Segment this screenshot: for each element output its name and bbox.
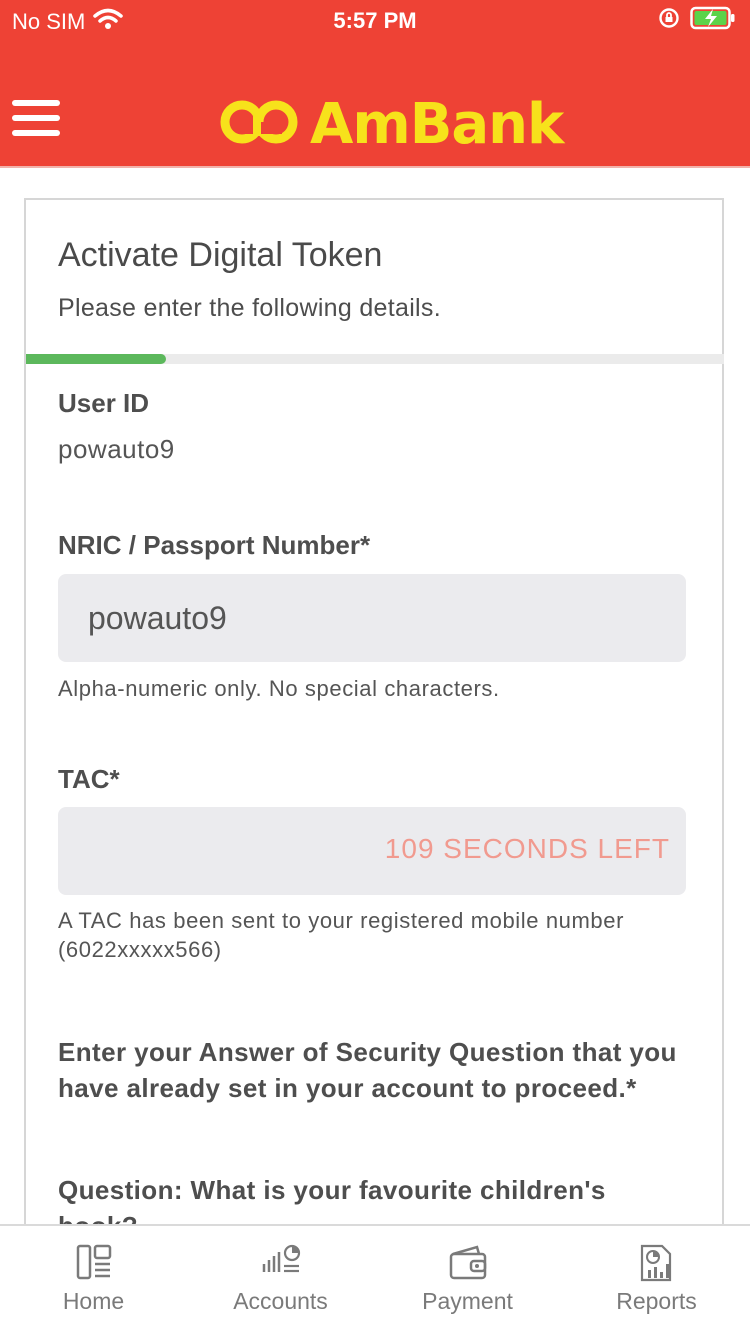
- bottom-navigation: Home Accounts Payment Reports: [0, 1224, 750, 1334]
- tac-hint: A TAC has been sent to your registered m…: [58, 908, 625, 962]
- nav-payment-label: Payment: [422, 1288, 513, 1314]
- wallet-icon: [374, 1242, 561, 1284]
- nav-payment[interactable]: Payment: [374, 1226, 561, 1334]
- user-id-label: User ID: [58, 388, 150, 418]
- tac-countdown: 109 SECONDS LEFT: [384, 833, 670, 864]
- page-subtitle: Please enter the following details.: [58, 294, 441, 322]
- home-dashboard-icon: [0, 1242, 187, 1284]
- app-header-background: No SIM 5:57 PM AmBank: [0, 0, 750, 166]
- nav-accounts[interactable]: Accounts: [187, 1226, 374, 1334]
- ambank-logo-text: AmBank: [310, 92, 564, 157]
- nric-hint: Alpha-numeric only. No special character…: [58, 676, 500, 701]
- step-progress-fill: [26, 354, 166, 364]
- nric-input[interactable]: [58, 574, 686, 662]
- app-header: AmBank: [0, 70, 750, 166]
- nav-home[interactable]: Home: [0, 1226, 187, 1334]
- status-bar: No SIM 5:57 PM: [0, 0, 750, 42]
- step-progress-bar: [26, 354, 724, 364]
- nav-reports-label: Reports: [616, 1288, 697, 1314]
- header-divider: [0, 166, 750, 168]
- page-title: Activate Digital Token: [58, 236, 383, 274]
- accounts-chart-icon: [187, 1242, 374, 1284]
- hamburger-menu-button[interactable]: [12, 100, 60, 142]
- activate-token-card: Activate Digital Token Please enter the …: [24, 198, 724, 1298]
- status-time: 5:57 PM: [333, 8, 417, 33]
- tac-label: TAC*: [58, 764, 120, 794]
- ambank-logo-mark-icon: [220, 96, 300, 153]
- tac-field[interactable]: 109 SECONDS LEFT: [58, 807, 686, 895]
- status-right: [658, 6, 736, 36]
- rotation-lock-icon: [658, 7, 680, 35]
- user-id-value: powauto9: [58, 434, 175, 464]
- report-icon: [563, 1242, 750, 1284]
- nav-home-label: Home: [62, 1288, 125, 1314]
- ambank-logo: AmBank: [220, 92, 564, 157]
- nav-accounts-label: Accounts: [233, 1288, 328, 1314]
- battery-charging-icon: [690, 6, 736, 36]
- nric-field[interactable]: [58, 574, 686, 662]
- nav-reports[interactable]: Reports: [563, 1226, 750, 1334]
- security-question-prompt: Enter your Answer of Security Question t…: [58, 1037, 677, 1103]
- nric-label: NRIC / Passport Number*: [58, 530, 371, 560]
